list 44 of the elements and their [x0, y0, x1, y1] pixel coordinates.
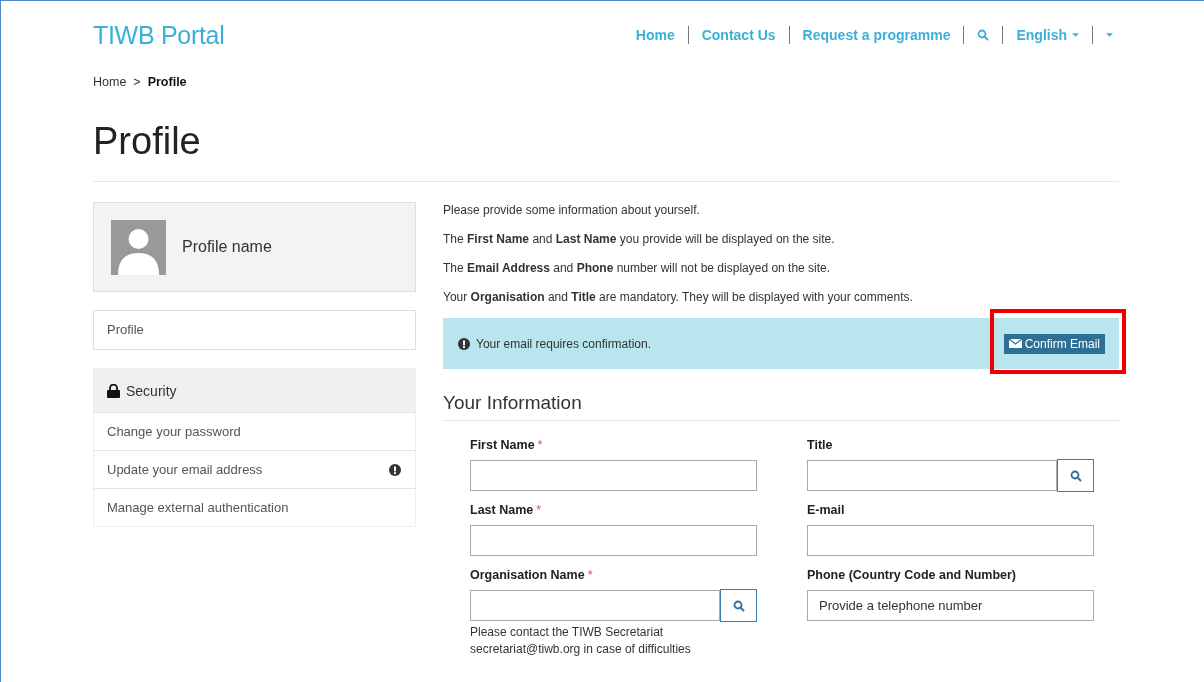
avatar-icon — [111, 219, 166, 275]
breadcrumb-separator: > — [133, 75, 141, 89]
field-label: Last Name — [470, 503, 534, 517]
confirm-email-button[interactable]: Confirm Email — [1003, 333, 1105, 354]
input-field[interactable] — [807, 525, 1094, 556]
required-mark: * — [537, 438, 543, 452]
field-label: Phone (Country Code and Number) — [807, 568, 1017, 582]
section-title: Your Information — [443, 392, 1119, 421]
input-field[interactable]: Provide a telephone number — [807, 590, 1094, 621]
input-field[interactable] — [470, 525, 757, 556]
field-label: First Name — [470, 438, 535, 452]
caret-icon[interactable] — [1106, 33, 1113, 37]
sidebar-item[interactable]: Change your password — [94, 412, 415, 450]
sidebar-item[interactable]: Manage external authentication — [94, 488, 415, 526]
caret-icon — [1072, 33, 1079, 37]
required-mark: * — [536, 503, 542, 517]
help-text: Please contact the TIWB Secretariat secretariat@tiwb.org in case of difficulties — [470, 624, 692, 658]
search-icon — [1069, 469, 1082, 482]
field-label: E-mail — [807, 503, 845, 517]
input-field[interactable] — [807, 460, 1057, 491]
required-mark: * — [587, 568, 593, 582]
sidebar-item[interactable]: Update your email address — [94, 450, 415, 488]
search-icon — [732, 599, 745, 612]
search-button[interactable] — [720, 589, 757, 622]
breadcrumb-current: Profile — [147, 75, 187, 89]
field-label: Organisation Name — [470, 568, 585, 582]
breadcrumb-link[interactable]: Home — [93, 75, 127, 89]
search-button[interactable] — [1057, 459, 1094, 492]
intro-text: Please provide some information about yourself. — [443, 202, 701, 219]
info-icon — [458, 337, 470, 350]
alert-message: Your email requires confirmation. — [476, 336, 651, 351]
page-title: Profile — [93, 120, 1119, 182]
intro-text: The First Name and Last Name you provide will be displayed on the site. — [443, 231, 836, 248]
field-label: Title — [807, 438, 833, 452]
input-field[interactable] — [470, 460, 757, 491]
input-field[interactable] — [470, 590, 720, 621]
sidebar-item[interactable]: Profile — [93, 310, 416, 350]
intro-text: Your Organisation and Title are mandatory. They will be displayed with your comments. — [443, 289, 914, 306]
profile-name: Profile name — [182, 238, 272, 256]
panel-title: Security — [126, 382, 177, 399]
search-icon[interactable] — [977, 29, 990, 41]
lock-icon — [107, 383, 120, 398]
intro-text: The Email Address and Phone number will not be displayed on the site. — [443, 260, 832, 277]
envelope-icon — [1008, 339, 1022, 348]
